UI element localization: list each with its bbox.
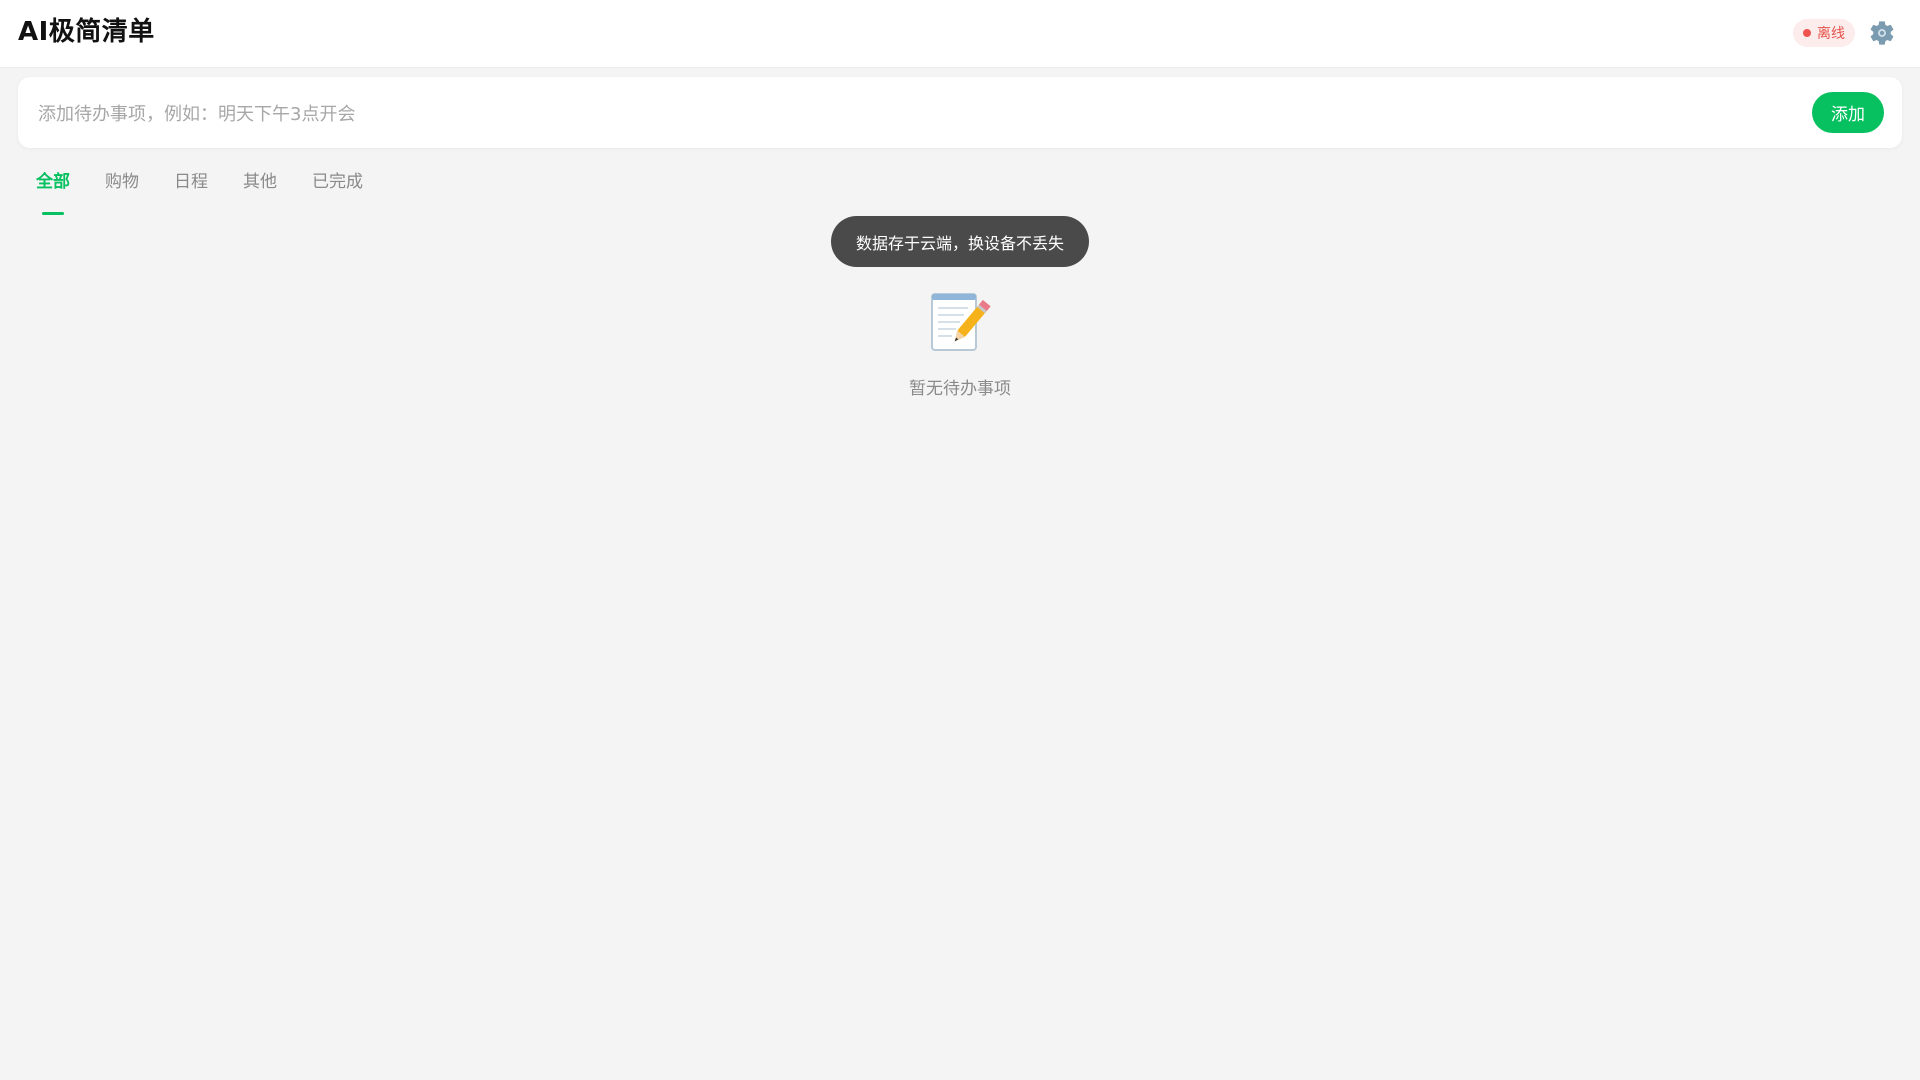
category-tabs: 全部 购物 日程 其他 已完成 [36, 168, 398, 208]
tab-other[interactable]: 其他 [243, 168, 277, 208]
connection-status-label: 离线 [1817, 26, 1845, 42]
connection-status-badge: 离线 [1793, 19, 1855, 47]
gear-icon [1870, 21, 1894, 45]
tab-completed[interactable]: 已完成 [312, 168, 363, 208]
app-header: AI极简清单 离线 [0, 0, 1920, 67]
tab-all[interactable]: 全部 [36, 168, 70, 208]
todo-input[interactable] [36, 93, 1800, 135]
tab-shopping[interactable]: 购物 [105, 168, 139, 208]
memo-pencil-icon [931, 293, 991, 351]
app-page: AI极简清单 离线 添加 全部 购物 日程 其他 已完成 数据存于云端，换设备不… [0, 0, 1920, 1080]
tab-schedule[interactable]: 日程 [174, 168, 208, 208]
add-button[interactable]: 添加 [1812, 92, 1884, 133]
add-todo-card: 添加 [18, 77, 1902, 148]
app-title: AI极简清单 [18, 17, 155, 47]
settings-button[interactable] [1866, 17, 1898, 49]
status-dot-icon [1803, 29, 1811, 37]
empty-state-text: 暂无待办事项 [909, 379, 1011, 399]
toast-message: 数据存于云端，换设备不丢失 [831, 216, 1089, 267]
